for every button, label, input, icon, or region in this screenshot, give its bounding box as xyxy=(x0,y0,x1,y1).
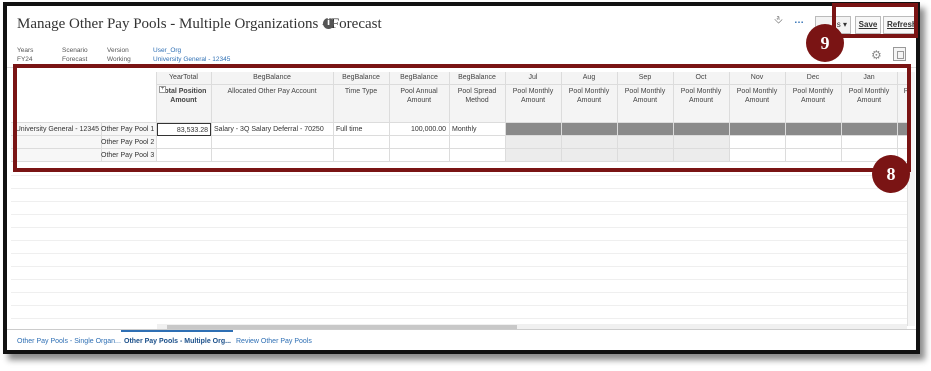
empty-row-line xyxy=(11,227,908,228)
empty-row-line xyxy=(11,253,908,254)
pov-value: Working xyxy=(107,56,131,63)
callout-badge-9: 9 xyxy=(806,24,844,62)
pov-years[interactable]: Years FY24 xyxy=(17,46,33,64)
find-icon[interactable]: ⎀ xyxy=(774,14,788,32)
empty-row-line xyxy=(11,318,908,319)
active-tab-indicator xyxy=(121,330,233,332)
empty-row-line xyxy=(11,175,908,176)
empty-row-line xyxy=(11,266,908,267)
empty-row-line xyxy=(11,214,908,215)
title-bar: Manage Other Pay Pools - Multiple Organi… xyxy=(7,6,916,42)
tab-review[interactable]: Review Other Pay Pools xyxy=(236,338,312,345)
pov-label: Scenario xyxy=(62,47,88,54)
pov-value: Forecast xyxy=(62,56,88,63)
gear-icon[interactable]: ⚙ xyxy=(871,48,882,62)
empty-row-line xyxy=(11,188,908,189)
tab-multiple-org[interactable]: Other Pay Pools - Multiple Org... xyxy=(124,338,231,345)
pov-value: FY24 xyxy=(17,56,33,63)
pov-value: University General - 12345 xyxy=(153,56,231,63)
save-callout-box xyxy=(832,3,918,38)
pov-user-org[interactable]: User_Org University General - 12345 xyxy=(153,46,230,64)
empty-row-line xyxy=(11,201,908,202)
empty-row-line xyxy=(11,305,908,306)
empty-row-line xyxy=(11,279,908,280)
app-window: Manage Other Pay Pools - Multiple Organi… xyxy=(3,2,920,354)
maximize-icon[interactable] xyxy=(893,47,906,61)
pov-label: Version xyxy=(107,47,129,54)
empty-row-line xyxy=(11,292,908,293)
pov-version[interactable]: Version Working xyxy=(107,46,131,64)
pov-label: Years xyxy=(17,47,34,54)
tab-single-org[interactable]: Other Pay Pools - Single Organ... xyxy=(17,338,121,345)
pov-label: User_Org xyxy=(153,47,182,54)
pov-scenario[interactable]: Scenario Forecast xyxy=(62,46,88,64)
grid-callout-box xyxy=(13,64,911,172)
info-icon[interactable]: i xyxy=(323,18,334,29)
empty-row-line xyxy=(11,240,908,241)
callout-badge-8: 8 xyxy=(872,155,910,193)
